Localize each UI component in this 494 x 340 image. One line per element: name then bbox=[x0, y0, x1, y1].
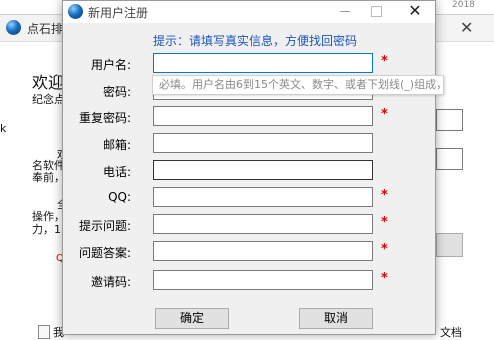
close-button[interactable]: ✕ bbox=[400, 1, 430, 23]
background-window-title: 点石排 bbox=[27, 22, 64, 36]
repeat-password-label: 重复密码: bbox=[78, 111, 131, 125]
username-required-mark: * bbox=[381, 54, 388, 69]
invite-code-input[interactable] bbox=[153, 270, 373, 290]
username-tooltip: 必填。用户名由6到15个英文、数字、或者下划线(_)组成，以英 bbox=[152, 75, 444, 95]
background-text-op2: 力，1: bbox=[32, 223, 65, 236]
maximize-button[interactable] bbox=[361, 1, 391, 23]
hint-text: 提示：请填写真实信息，方便找回密码 bbox=[153, 34, 358, 48]
repeat-password-input[interactable] bbox=[153, 106, 373, 126]
background-side-text: k bbox=[0, 122, 7, 135]
password-label: 密码: bbox=[102, 85, 131, 99]
security-question-required-mark: * bbox=[381, 215, 388, 230]
repeat-password-required-mark: * bbox=[381, 107, 388, 122]
security-answer-required-mark: * bbox=[381, 242, 388, 257]
security-question-input[interactable] bbox=[153, 214, 373, 234]
username-label: 用户名: bbox=[90, 58, 131, 72]
security-answer-label: 问题答案: bbox=[78, 246, 131, 260]
dialog-titlebar[interactable]: 新用户注册 ✕ bbox=[63, 1, 435, 23]
background-input-2[interactable] bbox=[436, 148, 463, 170]
phone-input[interactable] bbox=[153, 160, 373, 180]
background-text-ming2: 奉前， bbox=[32, 171, 65, 184]
background-bottom-right-text: 文档 bbox=[440, 326, 462, 339]
qq-input[interactable] bbox=[153, 187, 373, 207]
register-dialog: 新用户注册 ✕ 提示：请填写真实信息，方便找回密码 用户名: * 密码: 重复密… bbox=[62, 0, 444, 335]
maximize-icon bbox=[370, 6, 382, 17]
document-icon bbox=[38, 325, 50, 339]
email-input[interactable] bbox=[153, 133, 373, 153]
background-close-icon[interactable]: ✕ bbox=[460, 18, 473, 37]
dialog-title: 新用户注册 bbox=[88, 6, 149, 20]
background-welcome-text: 欢迎 bbox=[32, 73, 65, 92]
qq-label: QQ: bbox=[108, 190, 131, 204]
background-top-right-text: 2018 bbox=[452, 0, 475, 10]
cancel-button[interactable]: 取消 bbox=[299, 308, 373, 329]
invite-code-label: 邀请码: bbox=[90, 275, 131, 289]
background-button[interactable] bbox=[436, 233, 463, 257]
app-globe-icon bbox=[68, 4, 83, 19]
background-memorial-text: 纪念点 bbox=[32, 93, 65, 106]
confirm-button[interactable]: 确定 bbox=[155, 308, 229, 329]
app-globe-icon bbox=[6, 20, 21, 35]
close-icon: ✕ bbox=[408, 1, 422, 20]
security-answer-input[interactable] bbox=[153, 241, 373, 261]
qq-required-mark: * bbox=[381, 188, 388, 203]
background-input-1[interactable] bbox=[436, 109, 463, 131]
email-label: 邮箱: bbox=[102, 138, 131, 152]
phone-label: 电话: bbox=[102, 165, 131, 179]
minimize-icon bbox=[340, 11, 350, 12]
invite-code-required-mark: * bbox=[381, 271, 388, 286]
username-input[interactable] bbox=[153, 53, 373, 73]
minimize-button[interactable] bbox=[330, 1, 360, 23]
security-question-label: 提示问题: bbox=[78, 219, 131, 233]
